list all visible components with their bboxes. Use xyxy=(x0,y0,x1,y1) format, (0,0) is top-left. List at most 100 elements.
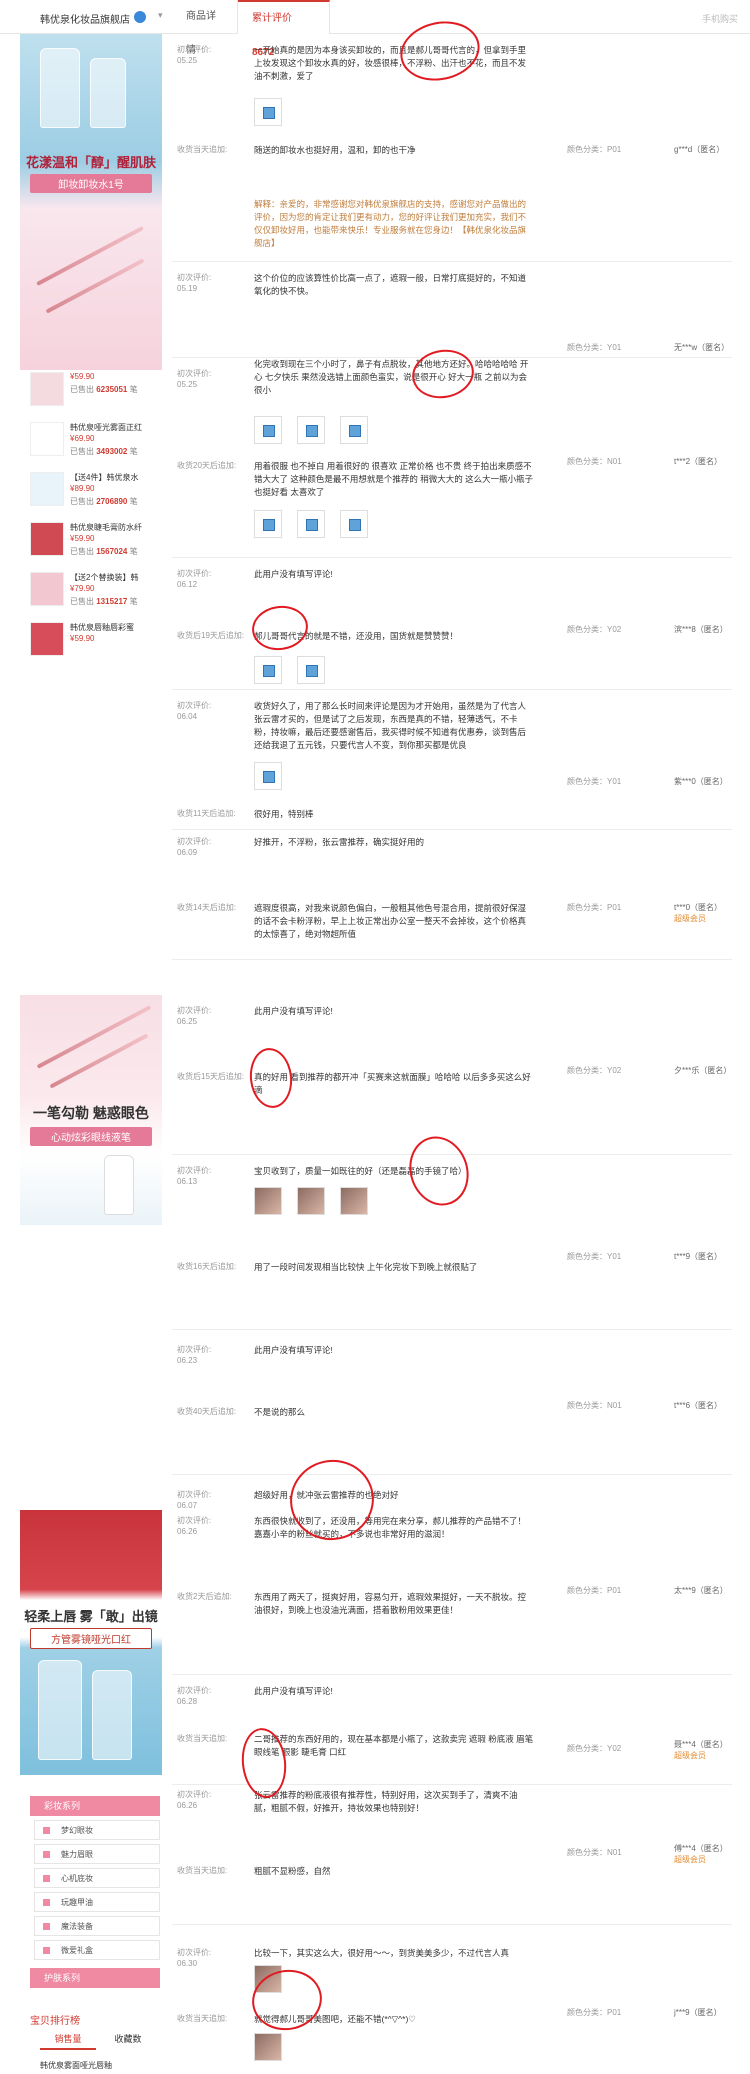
chevron-down-icon[interactable]: ▾ xyxy=(158,10,163,21)
review-sku: 颜色分类：P01 xyxy=(567,1586,622,1595)
product-thumbnail[interactable] xyxy=(30,472,64,506)
review-image[interactable] xyxy=(254,98,282,126)
review-follow-label: 收货当天追加: xyxy=(177,145,228,154)
product-name[interactable]: 韩优泉哑光雾面正红 xyxy=(70,422,160,433)
review-text: 比较一下，其实这么大，很好用～～，到货美美多少，不过代言人真 xyxy=(254,1948,510,1958)
review-image[interactable] xyxy=(254,510,282,538)
product-thumbnail[interactable] xyxy=(30,422,64,456)
review-first-label: 初次评价: 06.28 xyxy=(177,1686,212,1706)
review-item: 初次评价: 05.19 这个价位的应该算性价比高一点了，遮瑕一般，日常打底挺好的，… xyxy=(172,262,732,358)
bottle-graphic xyxy=(92,1670,132,1760)
rank-product[interactable]: 韩优泉雾面哑光唇釉 xyxy=(40,2060,112,2071)
product-sold: 已售出 2706890 笔 xyxy=(70,497,138,506)
tab-product-detail[interactable]: 商品详情 xyxy=(172,0,238,56)
list-item[interactable]: 韩优泉唇釉唇彩蜜 ¥59.90 xyxy=(30,620,160,664)
tab-reviews-label: 累计评价 xyxy=(252,13,292,24)
list-item[interactable]: 【送2个替换装】韩 ¥79.90 已售出 1315217 笔 xyxy=(30,570,160,614)
review-item: 初次评价: 06.30 比较一下，其实这么大，很好用～～，到货美美多少，不过代言人… xyxy=(172,1925,732,2070)
category-item[interactable]: 心机底妆 xyxy=(34,1868,160,1888)
category-item[interactable]: 魅力眉眼 xyxy=(34,1844,160,1864)
review-first-label: 初次评价: 06.04 xyxy=(177,701,212,721)
review-sku: 颜色分类：Y02 xyxy=(567,1744,622,1753)
review-image[interactable] xyxy=(254,762,282,790)
banner-title: 一笔勾勒 魅惑眼色 xyxy=(33,1105,149,1121)
review-first-label: 初次评价: 06.07 xyxy=(177,1490,212,1510)
category-item[interactable]: 微爱礼盒 xyxy=(34,1940,160,1960)
review-text: 此用户没有填写评论! xyxy=(254,569,333,579)
category-head-makeup[interactable]: 彩妆系列 xyxy=(30,1796,160,1816)
review-user: 滨***8（匿名） xyxy=(674,625,728,634)
tab-reviews[interactable]: 累计评价 8672 xyxy=(238,0,330,58)
review-image[interactable] xyxy=(296,1187,325,1215)
product-name[interactable]: 【送4件】韩优泉水 xyxy=(70,472,160,483)
review-image[interactable] xyxy=(254,1187,282,1215)
review-text: 此用户没有填写评论! xyxy=(254,1345,333,1355)
review-image[interactable] xyxy=(339,416,368,444)
product-name[interactable]: 韩优泉唇釉唇彩蜜 xyxy=(70,622,160,633)
category-item[interactable]: 玩趣甲油 xyxy=(34,1892,160,1912)
banner-subtitle: 方管雾镜哑光口红 xyxy=(30,1628,152,1649)
review-image[interactable] xyxy=(254,2033,282,2061)
review-pictures xyxy=(254,416,380,446)
review-item: 初次评价: 05.25 化完收到现在三个小时了，鼻子有点脱妆，其他地方还好。哈哈哈… xyxy=(172,358,732,558)
product-thumbnail[interactable] xyxy=(30,572,64,606)
review-user: 太***9（匿名） xyxy=(674,1586,728,1595)
review-image[interactable] xyxy=(296,510,325,538)
review-pictures xyxy=(254,2033,294,2063)
review-user: 傅***4（匿名） 超级会员 xyxy=(674,1844,728,1864)
review-follow-text: 二哥推荐的东西好用的，现在基本都是小瓶了，这款卖完 遮瑕 粉底液 眉笔 眼线笔 … xyxy=(254,1734,534,1757)
review-text: 这个价位的应该算性价比高一点了，遮瑕一般，日常打底挺好的，不知道氧化的快不快。 xyxy=(254,273,527,296)
category-item[interactable]: 梦幻眼妆 xyxy=(34,1820,160,1840)
promo-banner-makeup-remover[interactable]: 花漾温和「醇」醒肌肤 卸妆卸妆水1号 xyxy=(20,34,162,370)
product-thumbnail[interactable] xyxy=(30,522,64,556)
review-sku: 颜色分类：P01 xyxy=(567,145,622,154)
product-name[interactable]: 韩优泉睫毛膏防水纤 xyxy=(70,522,160,533)
tab-rank-sales[interactable]: 销售量 xyxy=(40,2028,96,2050)
review-user: t***0（匿名） 超级会员 xyxy=(674,903,723,923)
review-follow-text: 遮瑕度很高，对我来说颜色偏白，一般粗其他色号混合用，提前很好保湿的话不会卡粉浮粉… xyxy=(254,903,527,939)
banner-title: 轻柔上唇 雾「敢」出镜 xyxy=(24,1609,158,1624)
review-image[interactable] xyxy=(254,416,282,444)
review-pictures xyxy=(254,1187,380,1217)
review-image[interactable] xyxy=(339,510,368,538)
category-item[interactable]: 魔法装备 xyxy=(34,1916,160,1936)
review-sku: 颜色分类：Y01 xyxy=(567,1252,622,1261)
list-item[interactable]: ¥59.90 已售出 6235051 笔 xyxy=(30,370,160,414)
review-follow-text: 就觉得郝儿哥哥美图吧，还能不错(*^▽^*)♡ xyxy=(254,2014,416,2024)
review-follow-text: 随送的卸妆水也挺好用，温和，卸的也干净 xyxy=(254,145,416,155)
review-text: 此用户没有填写评论! xyxy=(254,1686,333,1696)
review-follow-label: 收货当天追加: xyxy=(177,1866,228,1875)
review-first-label: 初次评价: 05.25 xyxy=(177,369,212,389)
review-text: 一开始真的是因为本身该买卸妆的，而且是郝儿哥哥代言的，但拿到手里上妆发现这个卸妆… xyxy=(254,45,527,81)
tab-rank-favorites[interactable]: 收藏数 xyxy=(100,2028,156,2050)
image-placeholder-icon xyxy=(263,665,275,677)
list-item[interactable]: 【送4件】韩优泉水 ¥89.90 已售出 2706890 笔 xyxy=(30,470,160,514)
shop-name[interactable]: 韩优泉化妆品旗舰店 xyxy=(40,11,146,26)
list-item[interactable]: 韩优泉哑光雾面正红 ¥69.90 已售出 3493002 笔 xyxy=(30,420,160,464)
review-user: 聂***4（匿名） 超级会员 xyxy=(674,1740,728,1760)
product-thumbnail[interactable] xyxy=(30,622,64,656)
promo-banner-eyeliner[interactable]: 一笔勾勒 魅惑眼色 心动炫彩眼线液笔 xyxy=(20,995,162,1225)
product-sold: 已售出 1567024 笔 xyxy=(70,547,138,556)
eyeliner-pen-graphic xyxy=(36,1005,152,1069)
review-follow-label: 收货11天后追加: xyxy=(177,809,236,818)
review-image[interactable] xyxy=(254,1965,282,1993)
list-item[interactable]: 韩优泉睫毛膏防水纤 ¥59.90 已售出 1567024 笔 xyxy=(30,520,160,564)
review-follow-label: 收货40天后追加: xyxy=(177,1407,237,1416)
review-image[interactable] xyxy=(296,656,325,684)
promo-banner-lipstick[interactable]: 轻柔上唇 雾「敢」出镜 方管雾镜哑光口红 xyxy=(20,1510,162,1775)
product-name[interactable]: 【送2个替换装】韩 xyxy=(70,572,160,583)
review-follow-label: 收货14天后追加: xyxy=(177,903,237,912)
rank-title: 宝贝排行榜 xyxy=(30,2016,80,2027)
phone-buy-link[interactable]: 手机购买 xyxy=(702,12,738,25)
review-image[interactable] xyxy=(254,656,282,684)
review-user: j***9（匿名） xyxy=(674,2008,722,2017)
category-head-skincare[interactable]: 护肤系列 xyxy=(30,1968,160,1988)
review-sku: 颜色分类：Y02 xyxy=(567,1066,622,1075)
product-thumbnail[interactable] xyxy=(30,372,64,406)
review-second-text: 东西很快就收到了，还没用，等用完在来分享，郝儿推荐的产品错不了！嘉嘉小辛的粉丝就… xyxy=(254,1516,527,1539)
review-sku: 颜色分类：Y02 xyxy=(567,625,622,634)
review-image[interactable] xyxy=(296,416,325,444)
review-image[interactable] xyxy=(339,1187,368,1215)
review-text: 超级好用，就冲张云雷推荐的也绝对好 xyxy=(254,1490,399,1500)
